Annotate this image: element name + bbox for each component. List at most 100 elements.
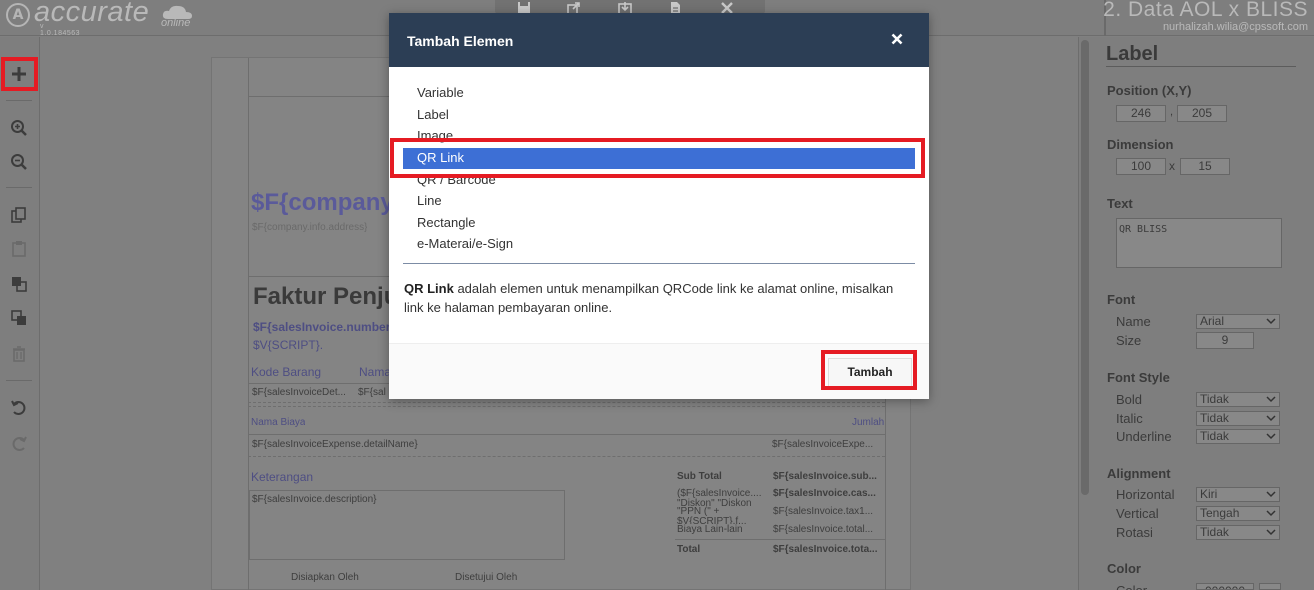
font-name-label: Name — [1116, 314, 1151, 329]
row-dash-line — [248, 456, 885, 457]
nama-biaya-label[interactable]: Nama Biaya — [251, 417, 305, 428]
copy-icon — [11, 207, 26, 223]
properties-scrollbar[interactable] — [1081, 40, 1089, 495]
document-title-field[interactable]: Faktur Penju — [253, 283, 398, 311]
description-field[interactable]: $F{salesInvoice.description} — [252, 494, 377, 505]
sub-total-label[interactable]: Sub Total — [677, 471, 722, 482]
bold-label: Bold — [1116, 392, 1143, 407]
redo-button[interactable] — [6, 431, 32, 457]
app-version: v 1.0.184563 — [40, 23, 81, 37]
toolbar-divider — [6, 187, 32, 188]
bold-select[interactable]: Tidak — [1196, 392, 1280, 407]
chevron-down-icon — [1266, 396, 1276, 403]
keterangan-label[interactable]: Keterangan — [251, 470, 313, 484]
element-option-rectangle[interactable]: Rectangle — [403, 213, 915, 234]
accurate-logo-icon: A — [6, 3, 30, 27]
element-option-label[interactable]: Label — [403, 105, 915, 126]
detail-cell[interactable]: $F{salesInvoiceDet... — [252, 387, 346, 398]
italic-select[interactable]: Tidak — [1196, 411, 1280, 426]
element-option-e-materai[interactable]: e-Materai/e-Sign — [403, 234, 915, 255]
disiapkan-label[interactable]: Disiapkan Oleh — [291, 572, 359, 583]
alignment-label: Alignment — [1107, 466, 1171, 481]
total-label[interactable]: Total — [677, 544, 700, 555]
row-dash-line — [248, 406, 885, 407]
position-y-input[interactable]: 205 — [1177, 105, 1227, 122]
title-underline — [1106, 66, 1296, 67]
bring-front-icon — [12, 277, 27, 292]
color-sub-label: Color — [1116, 583, 1147, 590]
ppn-value[interactable]: $F{salesInvoice.tax1... — [773, 506, 873, 517]
description-bold: QR Link — [404, 281, 454, 296]
company-address-field[interactable]: $F{company.info.address} — [252, 222, 367, 233]
rotasi-label: Rotasi — [1116, 525, 1153, 540]
expense-name-field[interactable]: $F{salesInvoiceExpense.detailName} — [252, 439, 418, 450]
properties-title: Label — [1106, 43, 1159, 65]
total-value[interactable]: $F{salesInvoice.tota... — [773, 544, 878, 555]
biaya-lain-value[interactable]: $F{salesInvoice.total... — [773, 524, 873, 535]
underline-select[interactable]: Tidak — [1196, 429, 1280, 444]
undo-icon — [11, 400, 26, 415]
vertical-align-select[interactable]: Tengah — [1196, 506, 1280, 521]
undo-button[interactable] — [6, 395, 32, 421]
underline-label: Underline — [1116, 429, 1172, 444]
text-input[interactable]: QR BLISS — [1116, 218, 1282, 268]
color-input[interactable]: 000000 — [1196, 583, 1254, 590]
font-section-label: Font — [1107, 292, 1136, 307]
toolbar-divider — [6, 100, 32, 101]
expense-amount-field[interactable]: $F{salesInvoiceExpe... — [772, 439, 873, 450]
position-label: Position (X,Y) — [1107, 83, 1192, 98]
text-label: Text — [1107, 196, 1133, 211]
font-size-input[interactable]: 9 — [1196, 332, 1254, 349]
qr-link-highlight — [390, 138, 925, 178]
font-name-select[interactable]: Arial — [1196, 314, 1280, 329]
sub-total-value[interactable]: $F{salesInvoice.sub... — [773, 471, 877, 482]
bring-to-front-button[interactable] — [6, 271, 32, 297]
color-label: Color — [1107, 561, 1141, 576]
add-element-modal: Tambah Elemen Variable Label Image QR Li… — [389, 13, 929, 399]
detail-cell[interactable]: $F{sal — [358, 387, 386, 398]
horizontal-align-select[interactable]: Kiri — [1196, 487, 1280, 502]
dimension-height-input[interactable]: 15 — [1180, 158, 1230, 175]
disetujui-label[interactable]: Disetujui Oleh — [455, 572, 517, 583]
column-kode-barang[interactable]: Kode Barang — [251, 365, 321, 379]
add-button-highlight — [1, 57, 38, 91]
copy-button[interactable] — [6, 202, 32, 228]
modal-header: Tambah Elemen — [389, 13, 929, 67]
description-text: adalah elemen untuk menampilkan QRCode l… — [404, 281, 894, 315]
column-nama[interactable]: Nama — [359, 365, 391, 379]
zoom-in-button[interactable] — [6, 115, 32, 141]
total-line — [675, 539, 885, 540]
modal-divider — [403, 263, 915, 264]
zoom-out-icon — [11, 154, 27, 170]
delete-icon — [13, 346, 25, 362]
invoice-number-field[interactable]: $F{salesInvoice.number — [253, 320, 390, 334]
vertical-label: Vertical — [1116, 506, 1159, 521]
italic-label: Italic — [1116, 411, 1143, 426]
element-option-variable[interactable]: Variable — [403, 83, 915, 104]
rotasi-select[interactable]: Tidak — [1196, 525, 1280, 540]
discount-value[interactable]: $F{salesInvoice.cas... — [773, 488, 876, 499]
delete-button[interactable] — [6, 341, 32, 367]
element-option-line[interactable]: Line — [403, 191, 915, 212]
color-picker-button[interactable] — [1259, 583, 1281, 590]
dimension-label: Dimension — [1107, 137, 1174, 152]
row-dash-line — [248, 402, 885, 403]
ppn-label-2[interactable]: $V{SCRIPT}.f... — [677, 516, 746, 524]
jumlah-label[interactable]: Jumlah — [852, 417, 884, 428]
company-name-field[interactable]: $F{company — [251, 189, 394, 217]
row-line — [248, 434, 885, 435]
close-icon[interactable] — [891, 33, 903, 45]
chevron-down-icon — [1266, 433, 1276, 440]
discount-label-2[interactable]: "Diskon" "Diskon — [677, 498, 769, 506]
paste-button[interactable] — [6, 236, 32, 262]
zoom-out-button[interactable] — [6, 149, 32, 175]
position-x-input[interactable]: 246 — [1116, 105, 1166, 122]
chevron-down-icon — [1266, 318, 1276, 325]
script-field[interactable]: $V{SCRIPT}. — [253, 338, 323, 352]
biaya-lain-label[interactable]: Biaya Lain-lain — [677, 524, 743, 535]
tambah-button-highlight — [821, 350, 917, 390]
dimension-width-input[interactable]: 100 — [1116, 158, 1166, 175]
user-email: nurhalizah.wilia@cpssoft.com — [1162, 21, 1308, 33]
redo-icon — [12, 436, 27, 451]
send-to-back-button[interactable] — [6, 305, 32, 331]
